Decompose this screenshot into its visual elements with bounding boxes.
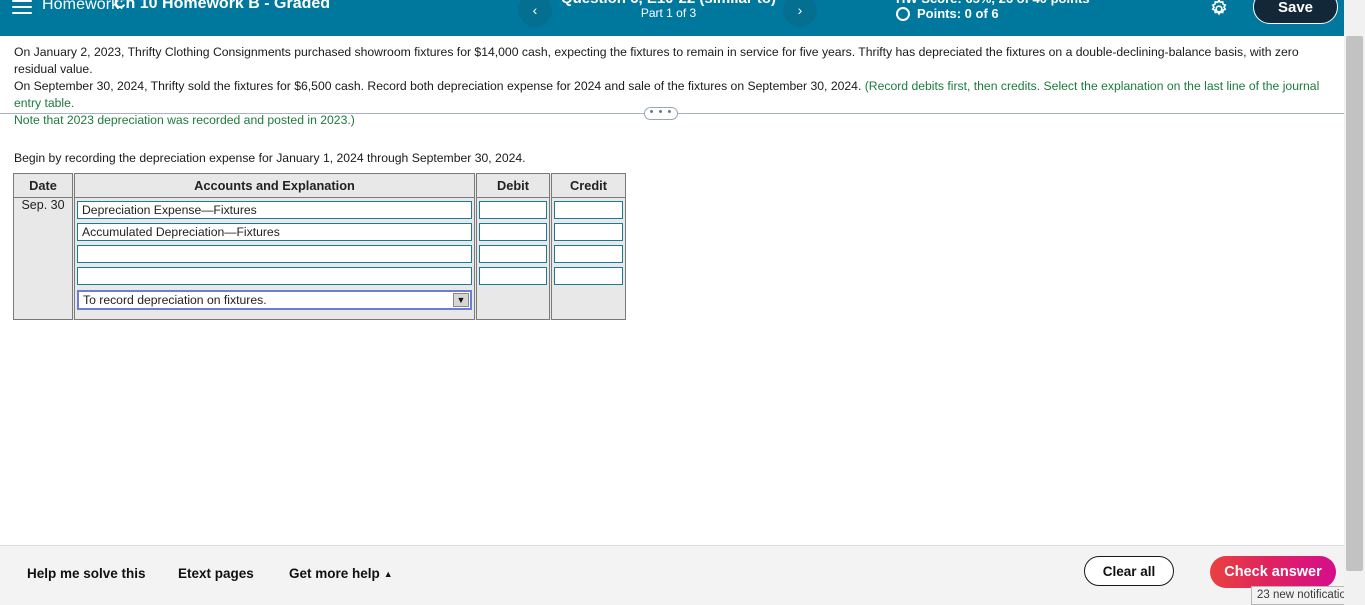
page-scrollbar-track[interactable] <box>1344 0 1365 605</box>
page-scrollbar-thumb[interactable] <box>1346 36 1363 571</box>
credit-input-row-1[interactable] <box>554 201 623 219</box>
accounts-cell: To record depreciation on fixtures. ▼ <box>73 197 477 320</box>
points-text: Points: 0 of 6 <box>917 6 999 21</box>
previous-question-button[interactable]: ‹ <box>518 0 552 27</box>
column-header-date: Date <box>13 173 75 198</box>
credit-input-row-2[interactable] <box>554 223 623 241</box>
caret-up-icon: ▲ <box>383 569 393 580</box>
get-more-help-label: Get more help <box>289 566 380 581</box>
account-input-row-2[interactable] <box>77 223 472 241</box>
column-header-credit: Credit <box>550 173 626 198</box>
etext-pages-link[interactable]: Etext pages <box>178 566 254 581</box>
app-header: Homework: Ch 10 Homework B - Graded ‹ › … <box>0 0 1344 36</box>
homework-title: Ch 10 Homework B - Graded <box>114 0 331 12</box>
accounts-field-stack: To record depreciation on fixtures. ▼ <box>75 198 474 314</box>
credit-cell <box>550 197 626 320</box>
hamburger-icon[interactable] <box>12 0 32 18</box>
explanation-select-wrapper[interactable]: To record depreciation on fixtures. ▼ <box>77 290 472 310</box>
credit-field-stack <box>552 198 625 319</box>
credit-input-row-3[interactable] <box>554 245 623 263</box>
account-input-row-1[interactable] <box>77 201 472 219</box>
save-button[interactable]: Save <box>1253 0 1338 24</box>
points-circle-icon <box>896 6 910 21</box>
debit-field-stack <box>477 198 549 319</box>
column-header-accounts: Accounts and Explanation <box>73 173 477 198</box>
problem-line-1: On January 2, 2023, Thrifty Clothing Con… <box>14 45 1299 76</box>
page-root: Homework: Ch 10 Homework B - Graded ‹ › … <box>0 0 1365 605</box>
debit-input-row-4[interactable] <box>479 267 547 285</box>
journal-date-cell: Sep. 30 <box>13 197 75 320</box>
explanation-select[interactable]: To record depreciation on fixtures. <box>79 292 470 308</box>
question-part: Part 1 of 3 <box>640 6 697 20</box>
instruction-text: Begin by recording the depreciation expe… <box>14 151 526 165</box>
check-answer-button[interactable]: Check answer <box>1210 556 1336 588</box>
journal-entry-table: Date Accounts and Explanation Debit Cred… <box>13 173 626 320</box>
debit-input-row-3[interactable] <box>479 245 547 263</box>
section-divider: • • • <box>0 107 1344 120</box>
next-question-button[interactable]: › <box>783 0 817 27</box>
chevron-down-icon[interactable]: ▼ <box>453 293 469 307</box>
points-row: Points: 0 of 6 <box>896 6 999 21</box>
debit-input-row-2[interactable] <box>479 223 547 241</box>
debit-explanation-spacer <box>479 285 547 315</box>
column-header-debit: Debit <box>475 173 552 198</box>
account-input-row-3[interactable] <box>77 245 472 263</box>
help-me-solve-this-link[interactable]: Help me solve this <box>27 566 146 581</box>
debit-input-row-1[interactable] <box>479 201 547 219</box>
problem-line-2-black: On September 30, 2024, Thrifty sold the … <box>14 79 865 93</box>
debit-cell <box>475 197 552 320</box>
gear-icon[interactable] <box>1208 0 1230 20</box>
credit-explanation-spacer <box>554 285 623 315</box>
divider-collapse-handle[interactable]: • • • <box>644 107 678 120</box>
account-input-row-4[interactable] <box>77 267 472 285</box>
homework-label: Homework: <box>42 0 124 13</box>
table-header-row: Date Accounts and Explanation Debit Cred… <box>13 173 626 198</box>
clear-all-button[interactable]: Clear all <box>1084 556 1174 586</box>
get-more-help-link[interactable]: Get more help ▲ <box>289 566 393 581</box>
table-row: Sep. 30 To record depreciation on fixtur… <box>13 197 626 320</box>
credit-input-row-4[interactable] <box>554 267 623 285</box>
